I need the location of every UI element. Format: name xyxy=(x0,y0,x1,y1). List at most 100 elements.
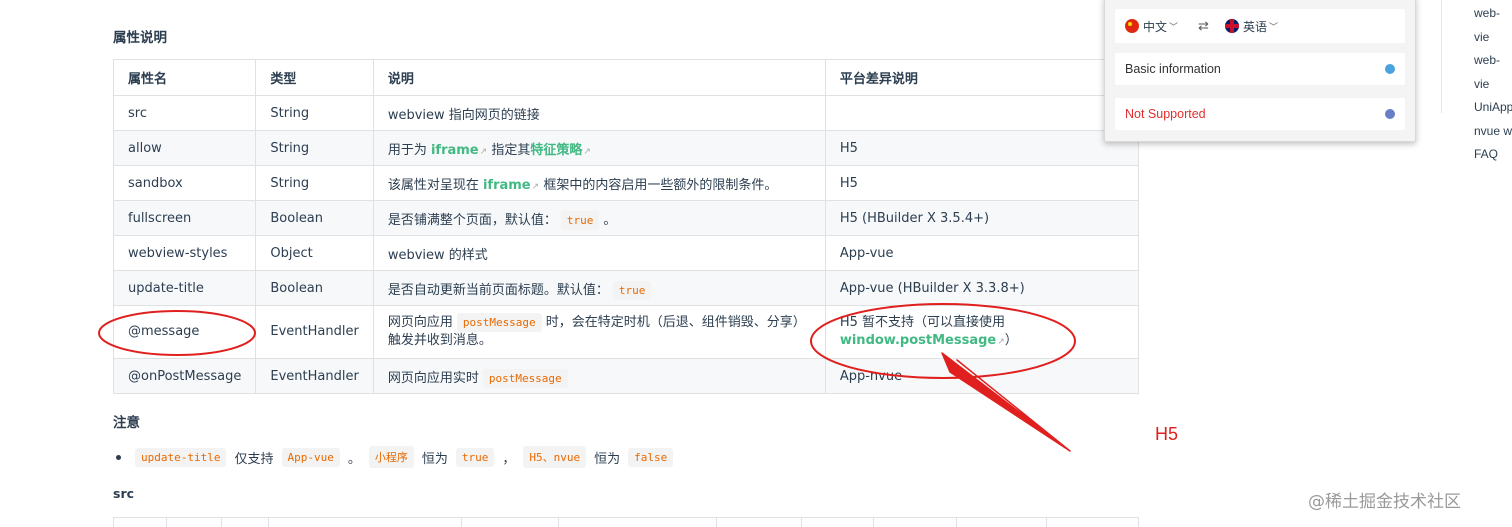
prop-platform xyxy=(824,95,1140,131)
prop-desc: 用于为 iframe↗ 指定其特征策略↗ xyxy=(372,130,826,166)
nav-divider xyxy=(1441,0,1442,113)
col-header-platform: 平台差异说明 xyxy=(824,59,1140,96)
chevron-down-icon[interactable]: ﹀ xyxy=(1269,20,1278,33)
inline-code: false xyxy=(628,447,674,467)
note-list-item: update-title 仅支持 App-vue 。 小程序 恒为 true ，… xyxy=(116,446,677,468)
toc-item[interactable]: web-vie xyxy=(1474,2,1512,49)
right-toc: web-vie web-vie UniApp nvue w FAQ xyxy=(1474,2,1512,167)
note-text: 恒为 xyxy=(421,451,448,467)
prop-type: String xyxy=(255,130,374,166)
table-divider xyxy=(113,518,114,527)
prop-desc: webview 指向网页的链接 xyxy=(372,95,826,131)
prop-platform: H5 xyxy=(824,165,1140,201)
table-divider xyxy=(873,518,874,527)
inline-code: App-vue xyxy=(281,447,340,467)
inline-code: postMessage xyxy=(482,368,568,388)
prop-name: fullscreen xyxy=(112,200,257,236)
window-postmessage-link[interactable]: window.postMessage xyxy=(840,333,996,348)
inline-code: true xyxy=(560,210,600,230)
prop-type: Boolean xyxy=(255,200,374,236)
table-divider xyxy=(268,518,269,527)
desc-text: 指定其 xyxy=(491,142,531,158)
table-divider xyxy=(956,518,957,527)
section-title-note: 注意 xyxy=(113,415,140,431)
col-header-desc: 说明 xyxy=(372,59,826,96)
prop-name: update-title xyxy=(112,270,257,306)
chevron-down-icon[interactable]: ﹀ xyxy=(1169,20,1178,33)
china-flag-icon xyxy=(1125,19,1139,33)
source-language[interactable]: 中文 xyxy=(1143,18,1167,35)
desc-text: 该属性对呈现在 xyxy=(387,177,479,193)
col-header-type: 类型 xyxy=(255,59,374,96)
platform-text: H5 暂不支持（可以直接使用 xyxy=(839,314,1006,330)
info-icon[interactable] xyxy=(1385,64,1395,74)
desc-text: 网页向应用 xyxy=(387,315,453,330)
language-selector: 中文 ﹀ ⇄ 英语 ﹀ xyxy=(1115,9,1405,43)
prop-platform: H5 xyxy=(824,130,1140,166)
prop-platform: H5 暂不支持（可以直接使用 window.postMessage↗） xyxy=(824,305,1140,359)
table-row: sandbox String 该属性对呈现在 iframe↗ 框架中的内容启用一… xyxy=(112,165,1140,201)
prop-platform: App-nvue xyxy=(824,358,1140,394)
prop-desc: 网页向应用实时 postMessage xyxy=(372,358,826,394)
toc-item[interactable]: web-vie xyxy=(1474,49,1512,96)
not-supported-row[interactable]: Not Supported xyxy=(1115,98,1405,130)
note-text: 仅支持 xyxy=(234,451,274,467)
prop-name: sandbox xyxy=(112,165,257,201)
note-text: 。 xyxy=(347,451,361,467)
not-supported-label: Not Supported xyxy=(1125,107,1206,121)
prop-type: EventHandler xyxy=(255,358,374,394)
inline-code: true xyxy=(455,447,495,467)
src-table-top xyxy=(113,517,1139,527)
note-text: 恒为 xyxy=(594,451,621,467)
prop-type: EventHandler xyxy=(255,305,374,359)
prop-type: Boolean xyxy=(255,270,374,306)
col-header-name: 属性名 xyxy=(112,59,257,96)
prop-desc: 网页向应用 postMessage 时，会在特定时机（后退、组件销毁、分享）触发并收… xyxy=(372,305,826,359)
status-icon[interactable] xyxy=(1385,109,1395,119)
prop-name: src xyxy=(112,95,257,131)
table-divider xyxy=(558,518,559,527)
prop-type: String xyxy=(255,95,374,131)
prop-desc: 是否铺满整个页面，默认值： true。 xyxy=(372,200,826,236)
inline-code: true xyxy=(612,280,652,300)
table-divider xyxy=(221,518,222,527)
table-row: @onPostMessage EventHandler 网页向应用实时 postM… xyxy=(112,358,1140,394)
table-divider xyxy=(801,518,802,527)
props-table: 属性名 类型 说明 平台差异说明 src String webview 指向网页… xyxy=(112,59,1140,394)
prop-platform: App-vue (HBuilder X 3.3.8+) xyxy=(824,270,1140,306)
translate-popup: 中文 ﹀ ⇄ 英语 ﹀ Basic information Not Supporte… xyxy=(1104,0,1416,142)
desc-text: 。 xyxy=(603,212,617,228)
table-row: src String webview 指向网页的链接 xyxy=(112,95,1140,131)
inline-code: 小程序 xyxy=(368,446,414,468)
feature-policy-link[interactable]: 特征策略 xyxy=(530,143,582,158)
table-divider xyxy=(1046,518,1047,527)
annotation-label: H5 xyxy=(1155,424,1179,444)
toc-item[interactable]: FAQ xyxy=(1474,143,1512,167)
table-divider xyxy=(166,518,167,527)
swap-icon[interactable]: ⇄ xyxy=(1198,18,1209,34)
prop-name: allow xyxy=(112,130,257,166)
external-link-icon: ↗ xyxy=(997,336,1005,347)
iframe-link[interactable]: iframe xyxy=(431,143,479,158)
basic-info-label: Basic information xyxy=(1125,62,1221,76)
watermark: @稀土掘金技术社区 xyxy=(1308,492,1461,512)
desc-text: 是否铺满整个页面，默认值： xyxy=(387,212,557,228)
basic-info-row[interactable]: Basic information xyxy=(1115,53,1405,85)
table-row: update-title Boolean 是否自动更新当前页面标题。默认值： tr… xyxy=(112,270,1140,306)
prop-desc: 该属性对呈现在 iframe↗ 框架中的内容启用一些额外的限制条件。 xyxy=(372,165,826,201)
note-text: ， xyxy=(502,451,516,467)
table-row: allow String 用于为 iframe↗ 指定其特征策略↗ H5 xyxy=(112,130,1140,166)
table-divider xyxy=(1138,518,1139,527)
inline-code: update-title xyxy=(135,447,227,467)
toc-item[interactable]: UniApp xyxy=(1474,96,1512,120)
table-row: @message EventHandler 网页向应用 postMessage 时，… xyxy=(112,305,1140,359)
iframe-link[interactable]: iframe xyxy=(483,178,531,193)
target-language[interactable]: 英语 xyxy=(1243,18,1267,35)
external-link-icon: ↗ xyxy=(531,181,540,192)
table-divider xyxy=(461,518,462,527)
toc-item[interactable]: nvue w xyxy=(1474,120,1512,144)
inline-code: postMessage xyxy=(456,313,542,332)
desc-text: 网页向应用实时 xyxy=(387,370,479,386)
section-title-props: 属性说明 xyxy=(113,30,167,46)
desc-text: 是否自动更新当前页面标题。默认值： xyxy=(387,282,609,298)
